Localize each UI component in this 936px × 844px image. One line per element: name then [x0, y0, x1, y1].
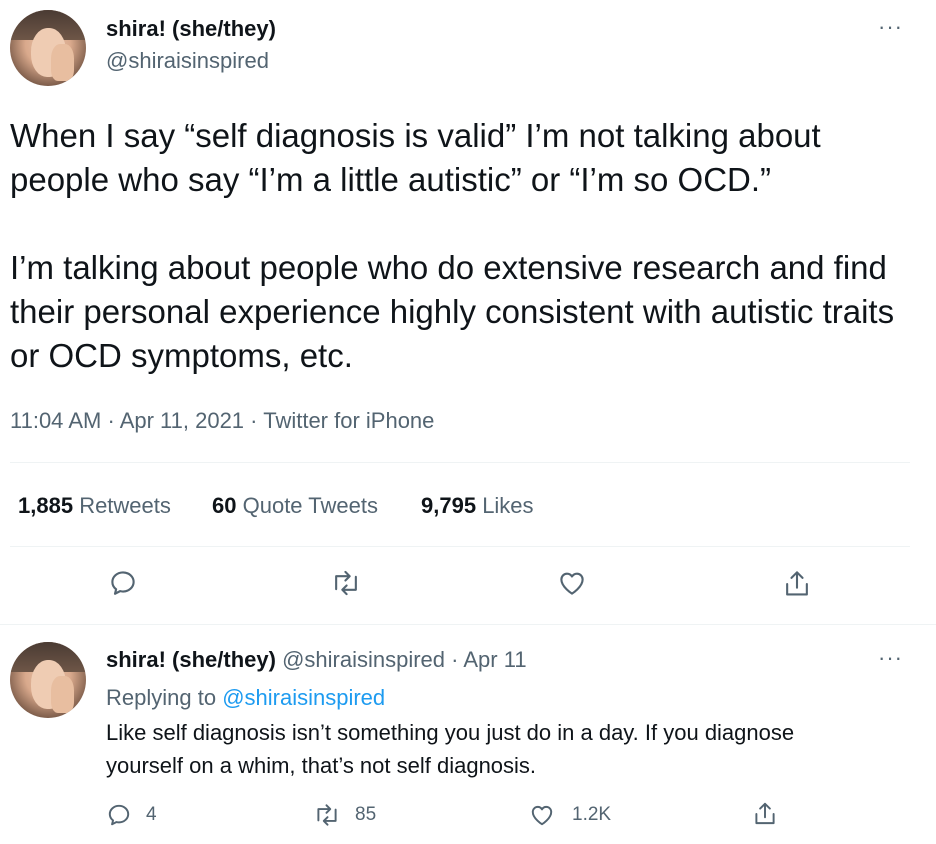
reply-author-handle[interactable]: @shiraisinspired [282, 647, 445, 672]
reply-author-name[interactable]: shira! (she/they) [106, 647, 276, 672]
reply-avatar[interactable] [10, 642, 86, 718]
meta-separator: · [250, 408, 258, 433]
tweet-date[interactable]: Apr 11, 2021 [120, 408, 244, 433]
retweet-icon[interactable] [313, 802, 341, 828]
likes-count: 9,795 [421, 493, 477, 518]
reply-retweet-action[interactable]: 85 [313, 802, 376, 828]
reply-like-action[interactable]: 1.2K [528, 802, 611, 828]
share-icon[interactable] [752, 800, 778, 828]
more-icon[interactable]: ··· [878, 14, 903, 40]
divider [10, 462, 910, 463]
author-handle[interactable]: @shiraisinspired [106, 48, 269, 74]
replying-to-handle[interactable]: @shiraisinspired [222, 685, 385, 710]
reply-header: shira! (she/they) @shiraisinspired · Apr… [106, 647, 527, 673]
reply-separator: · [451, 647, 459, 672]
reply-icon[interactable] [108, 568, 138, 598]
tweet-source[interactable]: Twitter for iPhone [263, 408, 434, 433]
author-name[interactable]: shira! (she/they) [106, 16, 276, 42]
like-icon[interactable] [528, 802, 556, 828]
retweet-icon[interactable] [330, 568, 362, 598]
like-icon[interactable] [556, 568, 588, 598]
reply-count: 4 [146, 804, 157, 825]
quotes-count: 60 [212, 493, 237, 518]
retweets-count: 1,885 [18, 493, 74, 518]
share-icon[interactable] [782, 568, 812, 600]
quotes-label: Quote Tweets [242, 493, 378, 518]
meta-separator: · [107, 408, 115, 433]
divider [0, 624, 936, 625]
likes-label: Likes [482, 493, 534, 518]
retweet-count: 85 [355, 804, 377, 825]
tweet-meta: 11:04 AM · Apr 11, 2021 · Twitter for iP… [10, 408, 434, 434]
reply-date[interactable]: Apr 11 [463, 647, 526, 672]
tweet-time[interactable]: 11:04 AM [10, 408, 101, 433]
reply-more-icon[interactable]: ··· [878, 645, 903, 671]
like-count: 1.2K [572, 804, 612, 825]
avatar[interactable] [10, 10, 86, 86]
replying-to-label: Replying to [106, 685, 217, 710]
retweets-stat[interactable]: 1,885 Retweets [18, 493, 171, 519]
quote-tweets-stat[interactable]: 60 Quote Tweets [212, 493, 378, 519]
divider [10, 546, 910, 547]
reply-text: Like self diagnosis isn’t something you … [106, 720, 795, 778]
replying-to: Replying to @shiraisinspired [106, 685, 385, 711]
likes-stat[interactable]: 9,795 Likes [421, 493, 534, 519]
reply-reply-action[interactable]: 4 [106, 802, 157, 828]
reply-icon[interactable] [106, 802, 132, 828]
retweets-label: Retweets [79, 493, 171, 518]
tweet-text: When I say “self diagnosis is valid” I’m… [10, 117, 895, 374]
